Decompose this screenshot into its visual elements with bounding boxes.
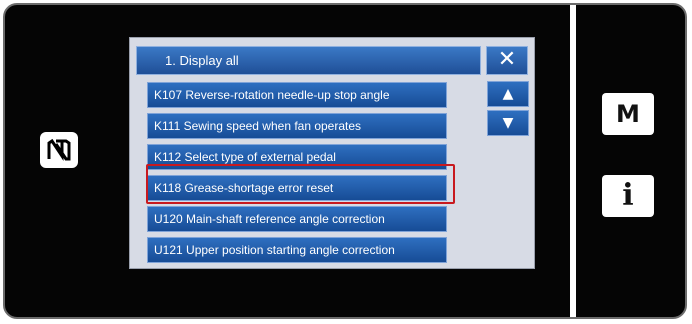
close-icon: ✕: [497, 47, 517, 72]
info-button[interactable]: i: [602, 175, 654, 217]
list-item[interactable]: K111 Sewing speed when fan operates: [147, 113, 447, 139]
arrow-up-icon: ▲: [502, 86, 514, 102]
list-item[interactable]: K107 Reverse-rotation needle-up stop ang…: [147, 82, 447, 108]
selection-highlight: [146, 164, 455, 204]
lcd-screen: 1. Display all ✕ K107 Reverse-rotation n…: [129, 37, 535, 269]
close-button[interactable]: ✕: [486, 46, 528, 75]
list-item[interactable]: U121 Upper position starting angle corre…: [147, 237, 447, 263]
nfc-icon: [40, 132, 78, 168]
page-title: 1. Display all: [136, 46, 481, 75]
arrow-down-icon: ▼: [502, 115, 514, 131]
panel-divider: [570, 5, 576, 317]
list-item[interactable]: U120 Main-shaft reference angle correcti…: [147, 206, 447, 232]
menu-button[interactable]: M: [602, 93, 654, 135]
scroll-down-button[interactable]: ▼: [487, 110, 529, 136]
scroll-up-button[interactable]: ▲: [487, 81, 529, 107]
